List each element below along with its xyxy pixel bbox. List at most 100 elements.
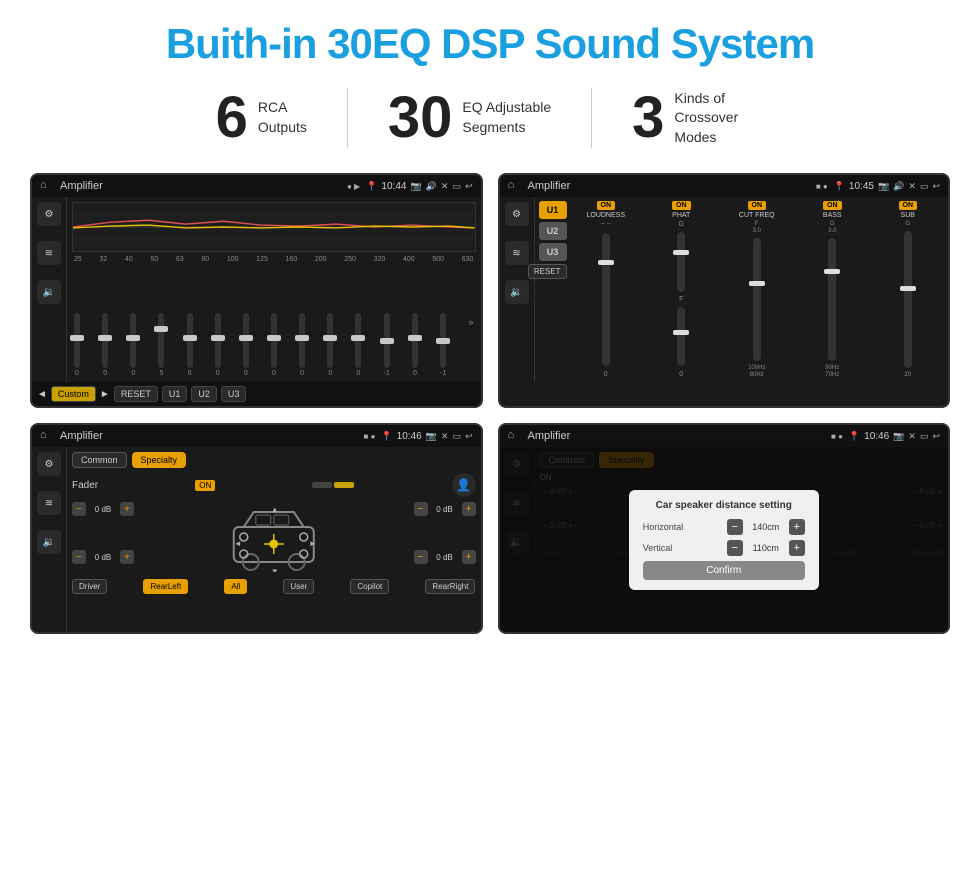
u1-selector[interactable]: U1 xyxy=(539,201,567,219)
right-bot-plus[interactable]: + xyxy=(462,550,476,564)
rearleft-btn[interactable]: RearLeft xyxy=(143,579,188,594)
channel-cutfreq: ON CUT FREQ F3.0 100Hz80Hz xyxy=(721,201,794,378)
screen4-statusbar: ⌂ Amplifier ■ ● 📍 10:46 📷 ✕ ▭ ↩ xyxy=(500,425,949,447)
loudness-on[interactable]: ON xyxy=(597,201,616,210)
right-top-minus[interactable]: − xyxy=(414,502,428,516)
sub-slider[interactable] xyxy=(904,231,912,368)
back-icon-2[interactable]: ↩ xyxy=(932,181,940,192)
eq-track-13[interactable] xyxy=(440,313,446,368)
record-dot-4: ■ ● xyxy=(831,432,843,441)
fader-wave-btn[interactable]: ≋ xyxy=(37,491,61,515)
back-icon-3[interactable]: ↩ xyxy=(465,431,473,442)
copilot-btn[interactable]: Copilot xyxy=(350,579,389,594)
common-tab[interactable]: Common xyxy=(72,452,127,468)
vertical-plus[interactable]: + xyxy=(789,540,805,556)
home-icon-3[interactable]: ⌂ xyxy=(40,429,54,443)
bass-slider[interactable] xyxy=(828,238,836,361)
location-icon-4: 📍 xyxy=(849,431,860,442)
vertical-minus[interactable]: − xyxy=(727,540,743,556)
eq-sliders-row: 0 0 0 5 xyxy=(72,266,476,377)
fader-filter-btn[interactable]: ⚙ xyxy=(37,452,61,476)
all-btn[interactable]: All xyxy=(224,579,247,594)
eq-track-6[interactable] xyxy=(243,313,249,368)
eq-track-10[interactable] xyxy=(355,313,361,368)
phat-on[interactable]: ON xyxy=(672,201,691,210)
eq-track-0[interactable] xyxy=(74,313,80,368)
person-btn[interactable]: 👤 xyxy=(452,473,476,497)
u3-selector[interactable]: U3 xyxy=(539,243,567,261)
cutfreq-slider[interactable] xyxy=(753,238,761,361)
phat-slider[interactable] xyxy=(677,232,685,292)
eq-track-8[interactable] xyxy=(299,313,305,368)
close-icon-2: ✕ xyxy=(908,181,916,192)
freq-500: 500 xyxy=(432,256,444,263)
dialog-box: Car speaker distance setting Horizontal … xyxy=(629,490,819,590)
eq-track-1[interactable] xyxy=(102,313,108,368)
amp-wave-btn[interactable]: ≋ xyxy=(505,241,529,265)
amp-speaker-btn[interactable]: 🔉 xyxy=(505,280,529,304)
reset-btn-1[interactable]: RESET xyxy=(114,386,158,402)
eq-slider-7: 0 xyxy=(271,313,277,377)
eq-val-13: -1 xyxy=(440,370,446,377)
eq-slider-12: 0 xyxy=(412,313,418,377)
home-icon-2[interactable]: ⌂ xyxy=(508,179,522,193)
eq-track-9[interactable] xyxy=(327,313,333,368)
eq-track-4[interactable] xyxy=(187,313,193,368)
left-bot-plus[interactable]: + xyxy=(120,550,134,564)
rearright-btn[interactable]: RearRight xyxy=(425,579,475,594)
confirm-btn[interactable]: Confirm xyxy=(643,561,805,580)
svg-text:▲: ▲ xyxy=(271,505,279,514)
freq-80: 80 xyxy=(201,256,209,263)
right-top-plus[interactable]: + xyxy=(462,502,476,516)
freq-40: 40 xyxy=(125,256,133,263)
screen3-statusbar: ⌂ Amplifier ■ ● 📍 10:46 📷 ✕ ▭ ↩ xyxy=(32,425,481,447)
screen4-status-icons: 📍 10:46 📷 ✕ ▭ ↩ xyxy=(849,431,940,442)
loudness-slider[interactable] xyxy=(602,233,610,366)
back-icon-4[interactable]: ↩ xyxy=(932,431,940,442)
eq-track-2[interactable] xyxy=(130,313,136,368)
right-bot-minus[interactable]: − xyxy=(414,550,428,564)
cutfreq-on[interactable]: ON xyxy=(748,201,767,210)
screen4: ⌂ Amplifier ■ ● 📍 10:46 📷 ✕ ▭ ↩ ⚙ ≋ xyxy=(498,423,951,634)
prev-icon[interactable]: ◄ xyxy=(37,389,47,400)
phat-name: PHAT xyxy=(672,212,690,219)
screens-grid: ⌂ Amplifier ● ▶ 📍 10:44 📷 🔊 ✕ ▭ ↩ ⚙ ≋ 🔉 xyxy=(30,173,950,634)
horizontal-plus[interactable]: + xyxy=(789,519,805,535)
horizontal-minus[interactable]: − xyxy=(727,519,743,535)
sub-on[interactable]: ON xyxy=(899,201,918,210)
eq-track-12[interactable] xyxy=(412,313,418,368)
phat-slider2[interactable] xyxy=(677,307,685,367)
eq-speaker-btn[interactable]: 🔉 xyxy=(37,280,61,304)
vertical-value: 110cm xyxy=(746,543,786,553)
left-top-minus[interactable]: − xyxy=(72,502,86,516)
u1-btn-1[interactable]: U1 xyxy=(162,386,188,402)
eq-track-7[interactable] xyxy=(271,313,277,368)
u3-btn-1[interactable]: U3 xyxy=(221,386,247,402)
eq-track-5[interactable] xyxy=(215,313,221,368)
eq-track-11[interactable] xyxy=(384,313,390,368)
eq-filter-btn[interactable]: ⚙ xyxy=(37,202,61,226)
user-btn[interactable]: User xyxy=(283,579,314,594)
home-icon[interactable]: ⌂ xyxy=(40,179,54,193)
driver-btn[interactable]: Driver xyxy=(72,579,107,594)
left-top-plus[interactable]: + xyxy=(120,502,134,516)
next-icon[interactable]: ► xyxy=(100,389,110,400)
custom-preset-btn[interactable]: Custom xyxy=(51,386,96,402)
amp-reset-btn[interactable]: RESET xyxy=(528,264,567,279)
left-bot-minus[interactable]: − xyxy=(72,550,86,564)
home-icon-4[interactable]: ⌂ xyxy=(508,429,522,443)
back-icon[interactable]: ↩ xyxy=(465,181,473,192)
u2-btn-1[interactable]: U2 xyxy=(191,386,217,402)
freq-320: 320 xyxy=(374,256,386,263)
eq-wave-btn[interactable]: ≋ xyxy=(37,241,61,265)
u2-selector[interactable]: U2 xyxy=(539,222,567,240)
screen1-title: Amplifier xyxy=(60,180,341,192)
eq-track-3[interactable] xyxy=(158,313,164,368)
fader-on-badge[interactable]: ON xyxy=(195,480,215,491)
freq-400: 400 xyxy=(403,256,415,263)
fader-speaker-btn[interactable]: 🔉 xyxy=(37,530,61,554)
specialty-tab[interactable]: Specialty xyxy=(132,452,187,468)
record-icon: ● ▶ xyxy=(347,182,360,191)
amp-filter-btn[interactable]: ⚙ xyxy=(505,202,529,226)
bass-on[interactable]: ON xyxy=(823,201,842,210)
